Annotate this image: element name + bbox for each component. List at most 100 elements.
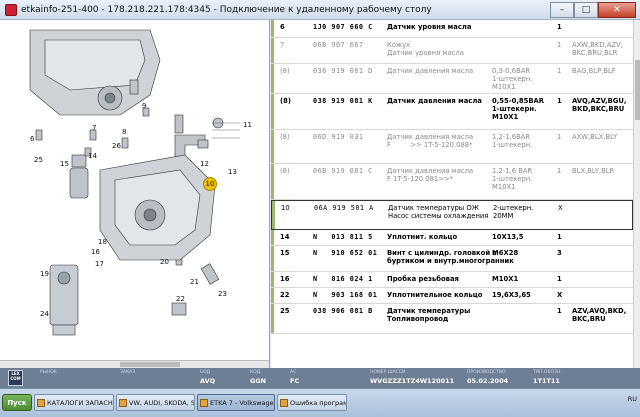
- callout-13[interactable]: 13: [228, 168, 237, 176]
- parts-row[interactable]: 25 038 906 081 B Датчик температуры Топлив…: [271, 304, 633, 334]
- row-part-name: Датчик давления масла F 1T-5-120 081>>*: [387, 167, 474, 183]
- taskbar-task-button[interactable]: КАТАЛОГИ ЗАПАСНЫХ ...: [34, 394, 114, 411]
- parts-row[interactable]: (8) 06B 919 081 C Датчик давления масла F …: [271, 164, 633, 200]
- parts-row[interactable]: (8) 06D 919 031 Датчик давления масла F >>…: [271, 130, 633, 164]
- callout-11[interactable]: 11: [243, 121, 252, 129]
- callout-8[interactable]: 8: [122, 128, 126, 136]
- window-controls: – □ ✕: [550, 1, 636, 18]
- taskbar-task-label: ETKA 7 - Volkswagen: [210, 398, 275, 407]
- callout-14[interactable]: 14: [88, 152, 97, 160]
- row-quantity: 1: [557, 23, 562, 31]
- callout-26[interactable]: 26: [112, 142, 121, 150]
- parts-row[interactable]: (8) 038 919 081 K Датчик давления масла 0,5…: [271, 94, 633, 130]
- parts-row[interactable]: (8) 036 919 081 D Датчик давления масла 0,3…: [271, 64, 633, 94]
- scrollbar-thumb[interactable]: [635, 60, 640, 120]
- parts-row[interactable]: 7 06B 907 667 Кожух Датчик уровня масла 1 AX…: [271, 38, 633, 64]
- callout-23[interactable]: 23: [218, 290, 227, 298]
- parts-row[interactable]: 6 1J0 907 660 C Датчик уровня масла 1: [271, 20, 633, 38]
- row-part-number: 06B 907 667: [313, 41, 364, 49]
- row-quantity: 1: [557, 275, 562, 283]
- row-note: 0,3-0,6BAR 1-штекерн. M10X1: [492, 67, 533, 91]
- diagram-horizontal-scrollbar[interactable]: [0, 360, 269, 368]
- info-value: WVGZZZ1TZ4W120011: [370, 377, 455, 385]
- window-icon: [200, 399, 208, 407]
- row-position: 22: [280, 291, 290, 299]
- row-status-marker: [271, 272, 274, 287]
- row-position: 6: [280, 23, 285, 31]
- row-position: 15: [280, 249, 290, 257]
- scrollbar-thumb[interactable]: [120, 362, 180, 367]
- row-position: (8): [280, 67, 290, 75]
- callout-25[interactable]: 25: [34, 156, 43, 164]
- callout-10-highlighted[interactable]: 10: [203, 177, 217, 191]
- taskbar-task-button[interactable]: VW, AUDI, SKODA, SEAT: [116, 394, 195, 411]
- language-indicator[interactable]: RU: [628, 395, 637, 403]
- row-position: 25: [280, 307, 290, 315]
- parts-vertical-scrollbar[interactable]: [633, 20, 640, 368]
- taskbar-task-label: Ошибка программы: [290, 398, 346, 407]
- callout-18[interactable]: 18: [98, 238, 107, 246]
- parts-row[interactable]: 15 N 910 652 01 Винт с цилиндр. головкой с…: [271, 246, 633, 272]
- callout-6[interactable]: 6: [30, 135, 34, 143]
- row-model: AXW,BKD,AZV, BKC,BRU,BLR: [572, 41, 623, 57]
- engine-drawing: [29, 29, 240, 336]
- lexcom-logo: LEX COM: [8, 370, 23, 386]
- info-value: FC: [290, 377, 300, 385]
- parts-row[interactable]: 14 N 013 811 5 Уплотнит. кольцо 10X13,5 1: [271, 230, 633, 246]
- row-part-number: 06B 919 081 C: [313, 167, 373, 175]
- callout-7[interactable]: 7: [92, 124, 96, 132]
- maximize-button[interactable]: □: [574, 1, 598, 18]
- row-model: AXW,BLX,BLY: [572, 133, 618, 141]
- row-status-marker: [271, 94, 274, 129]
- window-icon: [280, 399, 288, 407]
- row-part-number: 036 919 081 D: [313, 67, 373, 75]
- info-label: РЫНОК: [40, 370, 57, 375]
- info-label: КОД: [250, 370, 261, 375]
- callout-15[interactable]: 15: [60, 160, 69, 168]
- info-label: АС: [290, 370, 297, 375]
- callout-17[interactable]: 17: [95, 260, 104, 268]
- system-tray: RU: [628, 395, 637, 403]
- row-quantity: 1: [557, 133, 562, 141]
- row-position: 7: [280, 41, 285, 49]
- callout-20[interactable]: 20: [160, 258, 169, 266]
- row-status-marker: [271, 130, 274, 163]
- row-note: 19,6X3,65: [492, 291, 531, 299]
- taskbar-task-button[interactable]: Ошибка программы: [277, 394, 347, 411]
- info-value: GGN: [250, 377, 267, 385]
- callout-9[interactable]: 9: [142, 102, 146, 110]
- callout-22[interactable]: 22: [176, 295, 185, 303]
- row-quantity: X: [558, 204, 563, 212]
- taskbar-task-button[interactable]: ETKA 7 - Volkswagen: [197, 394, 275, 411]
- row-part-number: N 013 811 5: [313, 233, 373, 241]
- row-note: 1,2-1,6 BAR 1-штекерн. M10X1: [492, 167, 533, 191]
- callout-21[interactable]: 21: [190, 278, 199, 286]
- callout-24[interactable]: 24: [40, 310, 49, 318]
- row-part-name: Пробка резьбовая: [387, 275, 459, 283]
- callout-16[interactable]: 16: [91, 248, 100, 256]
- row-part-number: N 016 024 1: [313, 275, 373, 283]
- row-position: (8): [280, 167, 290, 175]
- row-model: BAG,BLP,BLF: [572, 67, 616, 75]
- callout-12[interactable]: 12: [200, 160, 209, 168]
- close-button[interactable]: ✕: [598, 1, 636, 18]
- row-part-name: Датчик температуры ОЖ Насос системы охла…: [388, 204, 489, 220]
- exploded-parts-diagram[interactable]: 6 7 8 9 11 12 10 13 14 15 16 17 18 19 20…: [0, 20, 270, 368]
- info-label: ПРОИЗВОДСТВО: [467, 370, 506, 375]
- row-status-marker: [271, 164, 274, 199]
- row-note: M10X1: [492, 275, 519, 283]
- minimize-button[interactable]: –: [550, 1, 574, 18]
- row-quantity: 1: [557, 307, 562, 315]
- parts-row[interactable]: 16 N 016 024 1 Пробка резьбовая M10X1 1: [271, 272, 633, 288]
- row-position: 14: [280, 233, 290, 241]
- row-status-marker: [271, 20, 274, 37]
- row-position: 10: [281, 204, 290, 212]
- callout-19[interactable]: 19: [40, 270, 49, 278]
- row-quantity: X: [557, 291, 563, 299]
- row-part-name: Датчик давления масла F >> 1T-5-120 088*: [387, 133, 474, 149]
- info-value: 05.02.2004: [467, 377, 509, 385]
- parts-row[interactable]: 22 N 903 168 01 Уплотнительное кольцо 19,6X…: [271, 288, 633, 304]
- parts-row[interactable]: 10 06A 919 501 A Датчик температуры ОЖ Нас…: [271, 200, 633, 230]
- oil-filter-housing: [49, 264, 79, 336]
- start-button[interactable]: Пуск: [2, 394, 32, 411]
